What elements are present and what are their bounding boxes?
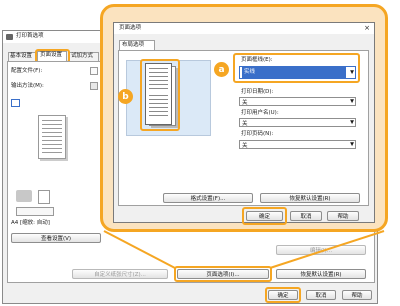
page-border-value: 实线 xyxy=(242,67,346,78)
page-border-label: 页面框线(E): xyxy=(241,57,273,63)
orientation-buttons[interactable] xyxy=(16,207,54,216)
config-file-label: 配置文件(F): xyxy=(11,68,43,74)
document-stack-icon xyxy=(38,190,50,204)
close-icon[interactable]: × xyxy=(364,25,370,32)
chevron-down-icon: ▼ xyxy=(350,69,354,75)
print-page-select[interactable]: 关 ▼ xyxy=(239,140,356,149)
outer-dialog-title: 打印首选项 xyxy=(16,33,44,40)
outer-preview-page xyxy=(38,115,66,159)
format-settings-button[interactable]: 格式设置(F)... xyxy=(163,193,253,203)
callout-b-badge: b xyxy=(118,89,133,104)
outer-help-button[interactable]: 帮助 xyxy=(342,290,372,300)
edit-button[interactable]: 编辑(I)... xyxy=(276,245,366,255)
print-user-label: 打印用户名(U): xyxy=(241,110,279,116)
chevron-down-icon: ▼ xyxy=(350,141,354,147)
print-page-value: 关 xyxy=(242,142,248,149)
output-method-icon[interactable] xyxy=(90,82,98,90)
printer-icon xyxy=(6,34,13,40)
print-page-label: 打印页码(N): xyxy=(241,131,274,137)
chevron-down-icon: ▼ xyxy=(350,119,354,125)
paper-info: A4 [缩放: 自动] xyxy=(11,220,50,226)
page-border-select[interactable]: 实线 ▼ xyxy=(239,66,356,79)
layout-preview-page-front xyxy=(145,63,172,125)
view-settings-button[interactable]: 查看设置(V) xyxy=(11,233,101,243)
tab-basic[interactable]: 基本设置 xyxy=(8,52,36,61)
page-options-title: 页面选项 xyxy=(119,24,142,31)
outer-restore-defaults-button[interactable]: 恢复默认设置(R) xyxy=(276,269,366,279)
chevron-down-icon: ▼ xyxy=(350,98,354,104)
page-options-title-bar: 页面选项 × xyxy=(114,23,374,34)
dialog-cancel-button[interactable]: 取消 xyxy=(290,211,322,221)
tab-finishing[interactable]: 试加方式 xyxy=(69,52,99,61)
custom-paper-size-button[interactable]: 自定义纸张尺寸(Z)... xyxy=(72,269,168,279)
dialog-restore-defaults-button[interactable]: 恢复默认设置(R) xyxy=(260,193,360,203)
tab-layout-options[interactable]: 布局选项 xyxy=(119,40,155,50)
print-date-select[interactable]: 关 ▼ xyxy=(239,97,356,106)
print-user-value: 关 xyxy=(242,120,248,127)
print-date-label: 打印日期(D): xyxy=(241,89,274,95)
output-method-label: 输出方法(M): xyxy=(11,83,44,89)
layout-view-icon[interactable] xyxy=(11,99,20,107)
callout-a-badge: a xyxy=(214,62,229,77)
print-date-value: 关 xyxy=(242,99,248,106)
dialog-help-button[interactable]: 帮助 xyxy=(327,211,359,221)
config-file-icon[interactable] xyxy=(90,67,98,75)
outer-ok-button[interactable]: 确定 xyxy=(268,290,298,300)
print-user-select[interactable]: 关 ▼ xyxy=(239,118,356,127)
page-options-button[interactable]: 页面选项(I)... xyxy=(177,269,269,279)
media-icon xyxy=(16,190,32,202)
tab-page-setup[interactable]: 页面设置 xyxy=(37,51,67,61)
dialog-ok-button[interactable]: 确定 xyxy=(246,211,283,221)
outer-cancel-button[interactable]: 取消 xyxy=(306,290,336,300)
